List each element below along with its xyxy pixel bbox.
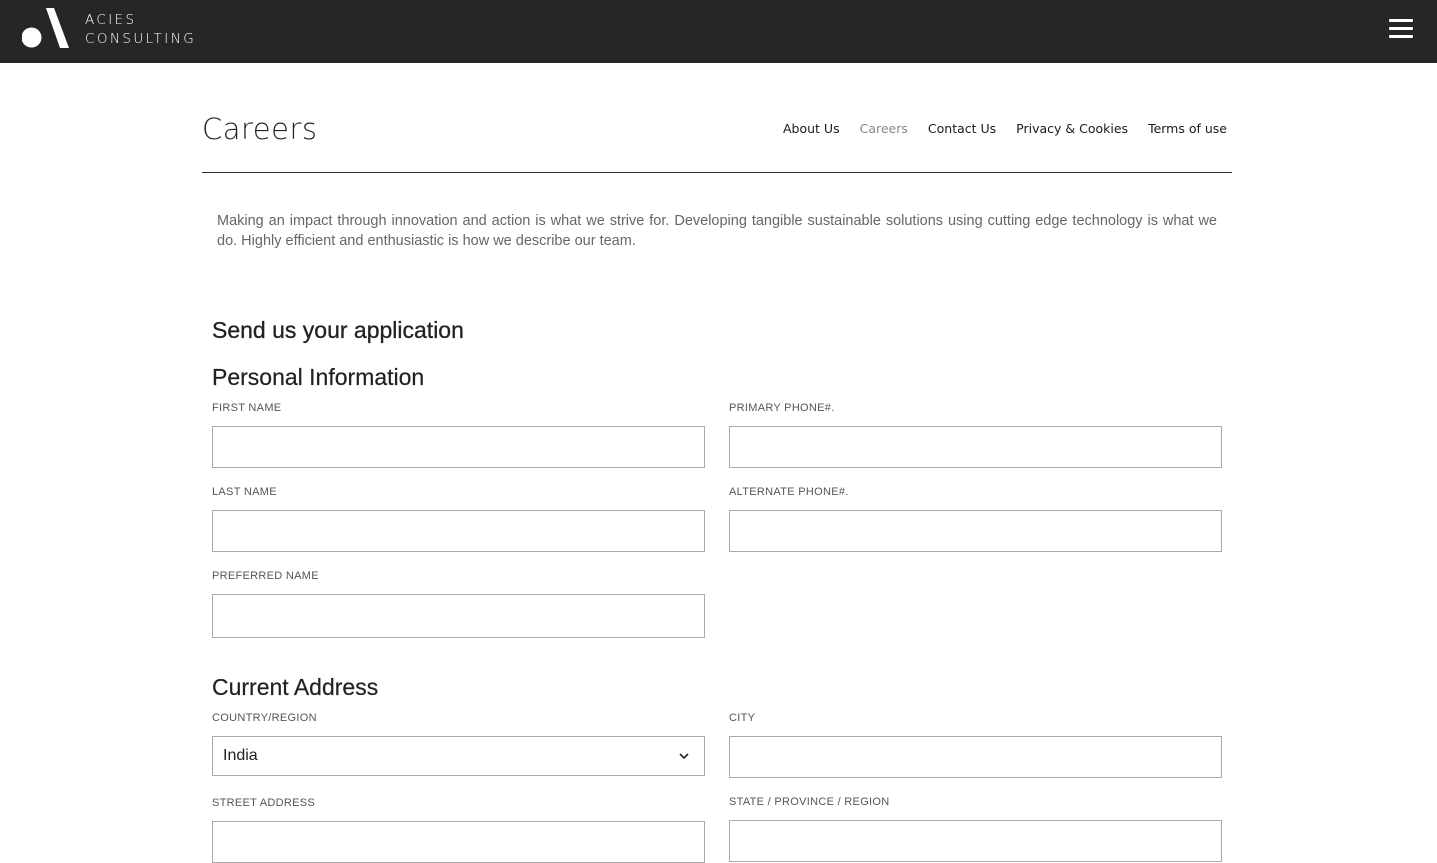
first-name-field[interactable] <box>212 426 705 468</box>
last-name-label: LAST NAME <box>212 486 277 498</box>
alternate-phone-label: ALTERNATE PHONE#. <box>729 486 849 498</box>
state-province-region-field[interactable] <box>729 820 1222 862</box>
city-field[interactable] <box>729 736 1222 778</box>
acies-logo-icon[interactable] <box>22 8 72 50</box>
nav-link-careers[interactable]: Careers <box>860 121 908 136</box>
intro-paragraph: Making an impact through innovation and … <box>217 213 1217 249</box>
header-divider <box>202 172 1232 173</box>
street-address-field[interactable] <box>212 821 705 863</box>
secondary-navigation: About Us Careers Contact Us Privacy & Co… <box>763 121 1227 136</box>
last-name-field[interactable] <box>212 510 705 552</box>
nav-link-terms-of-use[interactable]: Terms of use <box>1148 121 1227 136</box>
primary-phone-field[interactable] <box>729 426 1222 468</box>
preferred-name-field[interactable] <box>212 594 705 638</box>
street-address-label: STREET ADDRESS <box>212 797 316 809</box>
country-region-selected-value: India <box>223 747 258 764</box>
current-address-heading: Current Address <box>212 674 379 700</box>
personal-information-heading: Personal Information <box>212 364 425 390</box>
nav-link-contact-us[interactable]: Contact Us <box>928 121 996 136</box>
first-name-label: FIRST NAME <box>212 402 282 414</box>
hamburger-menu-icon[interactable] <box>1389 19 1413 39</box>
alternate-phone-field[interactable] <box>729 510 1222 552</box>
city-label: CITY <box>729 712 756 724</box>
nav-link-about-us[interactable]: About Us <box>783 121 840 136</box>
brand-line-2: CONSULTING <box>85 31 197 47</box>
brand-line-1: ACIES <box>85 12 137 28</box>
state-province-region-label: STATE / PROVINCE / REGION <box>729 796 890 808</box>
country-region-select[interactable]: India <box>212 736 705 776</box>
top-navigation-bar: ACIES CONSULTING <box>0 0 1437 63</box>
primary-phone-label: PRIMARY PHONE#. <box>729 402 835 414</box>
page-title: Careers <box>202 112 318 146</box>
country-region-label: COUNTRY/REGION <box>212 712 317 724</box>
brand-name[interactable]: ACIES CONSULTING <box>85 11 196 49</box>
form-heading: Send us your application <box>212 317 464 343</box>
preferred-name-label: PREFERRED NAME <box>212 570 319 582</box>
chevron-down-icon <box>679 753 689 760</box>
nav-link-privacy-cookies[interactable]: Privacy & Cookies <box>1016 121 1128 136</box>
